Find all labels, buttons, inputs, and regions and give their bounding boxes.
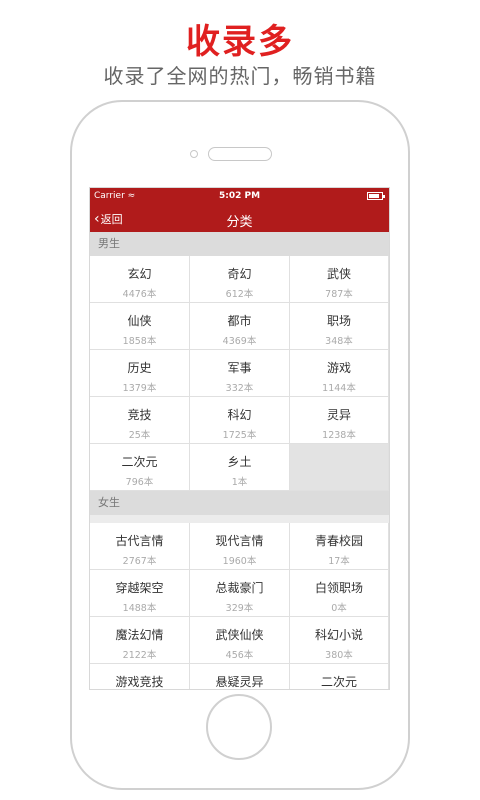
nav-bar: ‹返回 分类 — [90, 206, 389, 232]
category-count: 4369本 — [222, 336, 257, 347]
category-count: 1488本 — [122, 603, 157, 614]
category-cell[interactable]: 古代言情 2767本 — [90, 523, 190, 570]
category-name: 军事 — [227, 361, 252, 375]
category-cell[interactable]: 科幻小说 380本 — [290, 617, 389, 664]
status-bar: Carrier ≈ 5:02 PM — [90, 188, 389, 206]
category-count: 1858本 — [122, 336, 157, 347]
phone-speaker — [208, 147, 272, 161]
category-cell[interactable]: 竞技 25本 — [90, 397, 190, 444]
category-cell[interactable]: 魔法幻情 2122本 — [90, 617, 190, 664]
category-cell[interactable]: 游戏 1144本 — [290, 350, 389, 397]
category-cell[interactable]: 武侠 787本 — [290, 256, 389, 303]
status-time: 5:02 PM — [218, 191, 261, 201]
category-cell[interactable]: 历史 1379本 — [90, 350, 190, 397]
category-count: 1725本 — [222, 430, 257, 441]
category-name: 科幻 — [227, 408, 252, 422]
category-name: 都市 — [227, 314, 252, 328]
category-cell[interactable]: 都市 4369本 — [190, 303, 290, 350]
category-name: 白领职场 — [314, 581, 363, 595]
category-name: 现代言情 — [215, 534, 264, 548]
category-name: 青春校园 — [314, 534, 363, 548]
category-count: 1238本 — [322, 430, 356, 441]
category-grid-male: 玄幻 4476本 奇幻 612本 武侠 787本仙侠 1858本 都市 4369本 职场 348本历… — [90, 256, 389, 491]
category-count: 25本 — [128, 430, 151, 441]
category-name: 灵异 — [326, 408, 351, 422]
category-name: 竞技 — [127, 408, 152, 422]
category-name: 游戏竞技 — [115, 675, 164, 689]
category-count: 17本 — [328, 556, 350, 567]
category-cell[interactable]: 穿越架空 1488本 — [90, 570, 190, 617]
category-name: 游戏 — [326, 361, 351, 375]
category-count: 2122本 — [122, 650, 157, 661]
category-count: 796本 — [125, 477, 154, 488]
category-cell[interactable]: 游戏竞技 — [90, 664, 190, 689]
category-name: 玄幻 — [127, 267, 152, 281]
category-count: 612本 — [225, 289, 254, 300]
category-count: 1960本 — [222, 556, 257, 567]
category-cell[interactable]: 职场 348本 — [290, 303, 389, 350]
category-count: 2767本 — [122, 556, 157, 567]
category-name: 二次元 — [320, 675, 357, 689]
category-name: 总裁豪门 — [215, 581, 264, 595]
category-name: 魔法幻情 — [115, 628, 164, 642]
category-cell[interactable]: 现代言情 1960本 — [190, 523, 290, 570]
category-name: 科幻小说 — [314, 628, 363, 642]
home-button[interactable] — [206, 694, 272, 760]
category-grid-female: 古代言情 2767本 现代言情 1960本 青春校园 17本穿越架空 1488本 总裁豪门 32… — [90, 523, 389, 689]
category-count: 4476本 — [122, 289, 157, 300]
category-name: 奇幻 — [227, 267, 252, 281]
category-name: 乡土 — [227, 455, 252, 469]
category-count: 0本 — [331, 603, 347, 614]
category-name: 穿越架空 — [115, 581, 164, 595]
category-name: 二次元 — [121, 455, 158, 469]
category-count: 456本 — [225, 650, 254, 661]
category-cell[interactable]: 灵异 1238本 — [290, 397, 389, 444]
category-cell[interactable]: 乡土 1本 — [190, 444, 290, 491]
category-count: 329本 — [225, 603, 254, 614]
category-cell[interactable]: 二次元 — [290, 664, 389, 689]
category-cell[interactable]: 军事 332本 — [190, 350, 290, 397]
category-count: 1本 — [231, 477, 248, 488]
category-name: 历史 — [127, 361, 152, 375]
category-count: 380本 — [325, 650, 353, 661]
section-header-female: 女生 — [90, 491, 389, 515]
category-cell[interactable]: 悬疑灵异 — [190, 664, 290, 689]
category-cell[interactable]: 仙侠 1858本 — [90, 303, 190, 350]
category-count: 348本 — [325, 336, 353, 347]
phone-camera — [190, 150, 198, 158]
category-cell[interactable]: 总裁豪门 329本 — [190, 570, 290, 617]
category-cell[interactable]: 武侠仙侠 456本 — [190, 617, 290, 664]
section-header-male: 男生 — [90, 232, 389, 256]
empty-cell — [290, 444, 389, 491]
category-count: 1379本 — [122, 383, 157, 394]
phone-screen: Carrier ≈ 5:02 PM ‹返回 分类 男生 玄幻 4476本 奇幻 612… — [89, 187, 390, 690]
category-cell[interactable]: 青春校园 17本 — [290, 523, 389, 570]
category-count: 1144本 — [322, 383, 356, 394]
category-cell[interactable]: 奇幻 612本 — [190, 256, 290, 303]
promo-subline: 收录了全网的热门，畅销书籍 — [103, 64, 377, 88]
category-name: 仙侠 — [127, 314, 152, 328]
category-count: 332本 — [225, 383, 254, 394]
category-name: 武侠 — [326, 267, 351, 281]
category-count: 787本 — [325, 289, 353, 300]
category-name: 悬疑灵异 — [215, 675, 264, 689]
category-name: 职场 — [326, 314, 351, 328]
category-cell[interactable]: 科幻 1725本 — [190, 397, 290, 444]
category-cell[interactable]: 二次元 796本 — [90, 444, 190, 491]
category-cell[interactable]: 白领职场 0本 — [290, 570, 389, 617]
battery-icon — [367, 192, 385, 200]
category-name: 武侠仙侠 — [215, 628, 264, 642]
page-title: 分类 — [226, 215, 253, 230]
category-name: 古代言情 — [115, 534, 164, 548]
promo-headline: 收录多 — [186, 22, 294, 62]
category-cell[interactable]: 玄幻 4476本 — [90, 256, 190, 303]
